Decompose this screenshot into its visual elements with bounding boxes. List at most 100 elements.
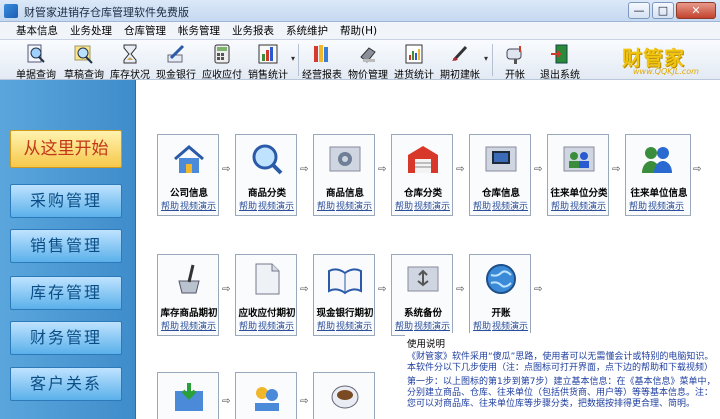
help-link[interactable]: 帮助 [629, 199, 647, 212]
sidebar-item-inventory[interactable]: 库存管理 [10, 276, 122, 310]
app-icon [4, 4, 18, 18]
help-link[interactable]: 帮助 [317, 319, 335, 332]
video-demo-link[interactable]: 视频演示 [570, 199, 606, 212]
menu-system[interactable]: 系统维护 [284, 23, 330, 38]
toolbar-opening-accounts[interactable]: 期初建帐 [438, 41, 482, 81]
flow-arrow-icon: ⇨ [378, 284, 387, 295]
help-link[interactable]: 帮助 [551, 199, 569, 212]
video-demo-link[interactable]: 视频演示 [180, 199, 216, 212]
video-demo-link[interactable]: 视频演示 [648, 199, 684, 212]
bar-chart-icon [258, 44, 278, 64]
scanner-icon [360, 47, 376, 63]
usage-instructions: 使用说明 《财管家》软件采用“傻瓜”思路，使用者可以无需懂会计或特别的电脑知识。… [405, 333, 717, 419]
video-demo-link[interactable]: 视频演示 [180, 319, 216, 332]
flow-arrow-icon: ⇨ [300, 396, 309, 407]
pen-icon [167, 44, 185, 63]
download-icon [175, 383, 203, 411]
video-demo-link[interactable]: 视频演示 [492, 199, 528, 212]
module-system-backup[interactable]: 系统备份 帮助 视频演示 [391, 254, 453, 336]
warehouse-icon [408, 146, 438, 173]
start-here-button[interactable]: 从这里开始 [10, 130, 122, 168]
flow-arrow-icon: ⇨ [456, 164, 465, 175]
exit-door-icon [551, 44, 568, 64]
video-demo-link[interactable]: 视频演示 [414, 199, 450, 212]
module-row3-2[interactable] [235, 372, 297, 419]
video-demo-link[interactable]: 视频演示 [492, 319, 528, 332]
flow-arrow-icon: ⇨ [456, 284, 465, 295]
module-open-account[interactable]: 开账 帮助 视频演示 [469, 254, 531, 336]
dropdown-arrow-icon[interactable]: ▾ [291, 54, 295, 63]
module-receivable-opening[interactable]: 应收应付期初 帮助 视频演示 [235, 254, 297, 336]
toolbar-purchase-stats[interactable]: 进货统计 [392, 41, 436, 81]
module-partner-info[interactable]: 往来单位信息 帮助 视频演示 [625, 134, 691, 216]
video-demo-link[interactable]: 视频演示 [258, 199, 294, 212]
toolbar-receivable-payable[interactable]: 应收应付 [200, 41, 244, 81]
magnifier-search-icon [252, 144, 283, 175]
brand-logo: 财管家 www.QQKJL.com [622, 46, 699, 76]
toolbar-price-management[interactable]: 物价管理 [346, 41, 390, 81]
window-controls: — □ ✕ [628, 2, 716, 20]
toolbar-open-account[interactable]: 开帐 [498, 41, 532, 81]
help-link[interactable]: 帮助 [239, 199, 257, 212]
module-row3-1[interactable] [157, 372, 219, 419]
gear-folder-icon [329, 146, 361, 172]
flow-arrow-icon: ⇨ [612, 164, 621, 175]
toolbar-separator [298, 44, 299, 76]
help-link[interactable]: 帮助 [473, 319, 491, 332]
menu-business[interactable]: 业务处理 [68, 23, 114, 38]
video-demo-link[interactable]: 视频演示 [414, 319, 450, 332]
module-row3-3[interactable] [313, 372, 375, 419]
hourglass-icon [123, 44, 137, 64]
help-link[interactable]: 帮助 [317, 199, 335, 212]
blank-doc-icon [255, 263, 280, 295]
menu-accounts[interactable]: 帐务管理 [176, 23, 222, 38]
books-icon [314, 45, 328, 62]
module-company-info[interactable]: 公司信息 帮助 视频演示 [157, 134, 219, 216]
magnifier-draft-icon [74, 45, 93, 64]
people-folder-icon [563, 146, 595, 172]
video-demo-link[interactable]: 视频演示 [336, 319, 372, 332]
help-link[interactable]: 帮助 [239, 319, 257, 332]
minimize-button[interactable]: — [628, 2, 650, 19]
brush-icon [452, 45, 468, 62]
video-demo-link[interactable]: 视频演示 [258, 319, 294, 332]
report-chart-icon [405, 44, 423, 64]
sidebar-item-finance[interactable]: 财务管理 [10, 321, 122, 355]
sidebar-item-customer[interactable]: 客户关系 [10, 367, 122, 401]
menu-reports[interactable]: 业务报表 [230, 23, 276, 38]
menu-help[interactable]: 帮助(H) [338, 23, 379, 38]
help-link[interactable]: 帮助 [395, 319, 413, 332]
module-cash-opening[interactable]: 现金银行期初 帮助 视频演示 [313, 254, 375, 336]
help-link[interactable]: 帮助 [161, 319, 179, 332]
help-link[interactable]: 帮助 [395, 199, 413, 212]
toolbar-stock-status[interactable]: 库存状况 [108, 41, 152, 81]
brush-cup-icon [178, 264, 200, 294]
usage-title: 使用说明 [407, 339, 446, 350]
sidebar-item-purchase[interactable]: 采购管理 [10, 184, 122, 218]
toolbar-exit[interactable]: 退出系统 [540, 41, 580, 81]
module-warehouse-info[interactable]: 仓库信息 帮助 视频演示 [469, 134, 531, 216]
module-warehouse-category[interactable]: 仓库分类 帮助 视频演示 [391, 134, 453, 216]
sidebar: 从这里开始 采购管理 销售管理 库存管理 财务管理 客户关系 [0, 80, 136, 419]
sidebar-item-sales[interactable]: 销售管理 [10, 229, 122, 263]
module-inventory-opening[interactable]: 库存商品期初 帮助 视频演示 [157, 254, 219, 336]
module-product-category[interactable]: 商品分类 帮助 视频演示 [235, 134, 297, 216]
flow-arrow-icon: ⇨ [222, 396, 231, 407]
close-button[interactable]: ✕ [676, 2, 716, 19]
toolbar-cash-bank[interactable]: 现金银行 [154, 41, 198, 81]
toolbar-voucher-query[interactable]: 单据查询 [14, 41, 58, 81]
dropdown-arrow-icon[interactable]: ▾ [484, 54, 488, 63]
main-workflow-area: 公司信息 帮助 视频演示 ⇨ 商品分类 帮助 视频演示 ⇨ 商品信息 帮助 视频… [137, 80, 720, 419]
menu-warehouse[interactable]: 仓库管理 [122, 23, 168, 38]
toolbar-sales-stats[interactable]: 销售统计 [246, 41, 290, 81]
toolbar-draft-query[interactable]: 草稿查询 [62, 41, 106, 81]
toolbar-business-report[interactable]: 经营报表 [302, 41, 342, 81]
maximize-button[interactable]: □ [652, 2, 674, 19]
help-link[interactable]: 帮助 [161, 199, 179, 212]
help-link[interactable]: 帮助 [473, 199, 491, 212]
menu-basic-info[interactable]: 基本信息 [14, 23, 60, 38]
video-demo-link[interactable]: 视频演示 [336, 199, 372, 212]
module-product-info[interactable]: 商品信息 帮助 视频演示 [313, 134, 375, 216]
open-book-icon [328, 268, 362, 295]
module-partner-category[interactable]: 往来单位分类 帮助 视频演示 [547, 134, 609, 216]
